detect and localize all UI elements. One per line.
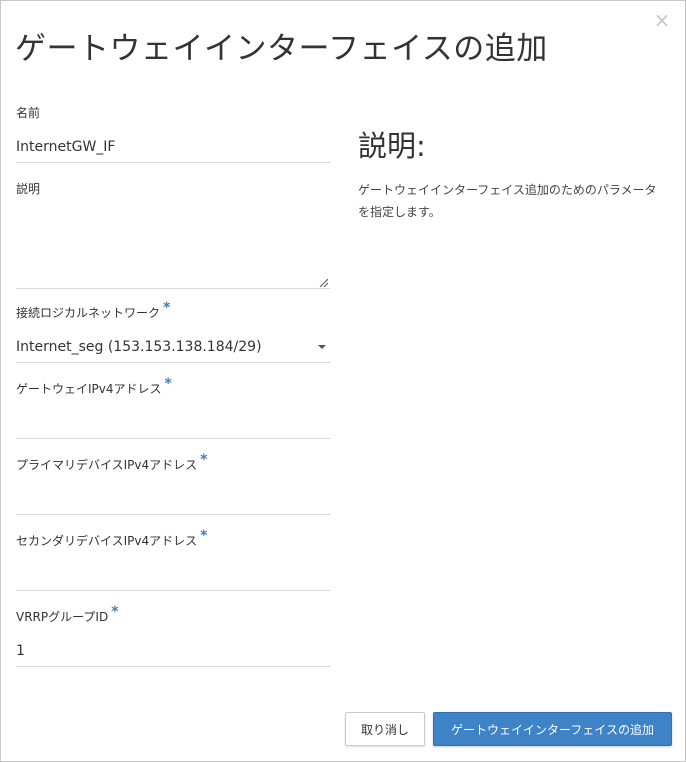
- resize-handle-icon[interactable]: [319, 278, 328, 287]
- secondary-ipv4-label: セカンダリデバイスIPv4アドレス *: [16, 528, 208, 548]
- name-label: 名前: [16, 106, 41, 120]
- vrrp-group-id-input[interactable]: [16, 635, 330, 667]
- required-marker: *: [164, 376, 172, 392]
- help-title: 説明:: [358, 129, 426, 163]
- secondary-ipv4-input[interactable]: [16, 559, 330, 591]
- help-text: ゲートウェイインターフェイス追加のためのパラメータを指定します。: [358, 183, 657, 219]
- vrrp-group-id-field-group: VRRPグループID *: [16, 604, 330, 667]
- add-gateway-interface-button[interactable]: ゲートウェイインターフェイスの追加: [433, 712, 672, 746]
- modal-title: ゲートウェイインターフェイスの追加: [15, 31, 548, 67]
- logical-network-select[interactable]: Internet_seg (153.153.138.184/29): [16, 331, 330, 363]
- vrrp-group-id-label: VRRPグループID *: [16, 604, 119, 624]
- help-panel: 説明: ゲートウェイインターフェイス追加のためのパラメータを指定します。: [358, 123, 668, 223]
- description-label: 説明: [16, 182, 41, 196]
- gateway-ipv4-input[interactable]: [16, 407, 330, 439]
- required-marker: *: [200, 528, 208, 544]
- secondary-ipv4-field-group: セカンダリデバイスIPv4アドレス *: [16, 528, 330, 591]
- primary-ipv4-field-group: プライマリデバイスIPv4アドレス *: [16, 452, 330, 515]
- add-gateway-interface-modal: ゲートウェイインターフェイスの追加 × 名前 説明 接続ロジカルネットワーク* …: [0, 0, 686, 762]
- logical-network-selected: Internet_seg (153.153.138.184/29): [16, 339, 262, 355]
- logical-network-field-group: 接続ロジカルネットワーク * Internet_seg (153.153.138.…: [16, 300, 330, 363]
- name-input[interactable]: [16, 131, 330, 163]
- close-icon[interactable]: ×: [653, 10, 671, 30]
- name-field-group: 名前: [16, 105, 330, 163]
- cancel-button[interactable]: 取り消し: [345, 712, 425, 746]
- primary-ipv4-label: プライマリデバイスIPv4アドレス *: [16, 452, 208, 472]
- caret-down-icon: [318, 345, 326, 349]
- description-textarea[interactable]: [16, 199, 330, 289]
- required-marker: *: [200, 452, 208, 468]
- logical-network-label: 接続ロジカルネットワーク *: [16, 300, 171, 320]
- gateway-ipv4-label: ゲートウェイIPv4アドレス *: [16, 376, 172, 396]
- description-field-group: 説明: [16, 181, 330, 289]
- gateway-ipv4-field-group: ゲートウェイIPv4アドレス *: [16, 376, 330, 439]
- primary-ipv4-input[interactable]: [16, 483, 330, 515]
- required-marker: *: [111, 604, 119, 620]
- required-marker: *: [163, 300, 171, 316]
